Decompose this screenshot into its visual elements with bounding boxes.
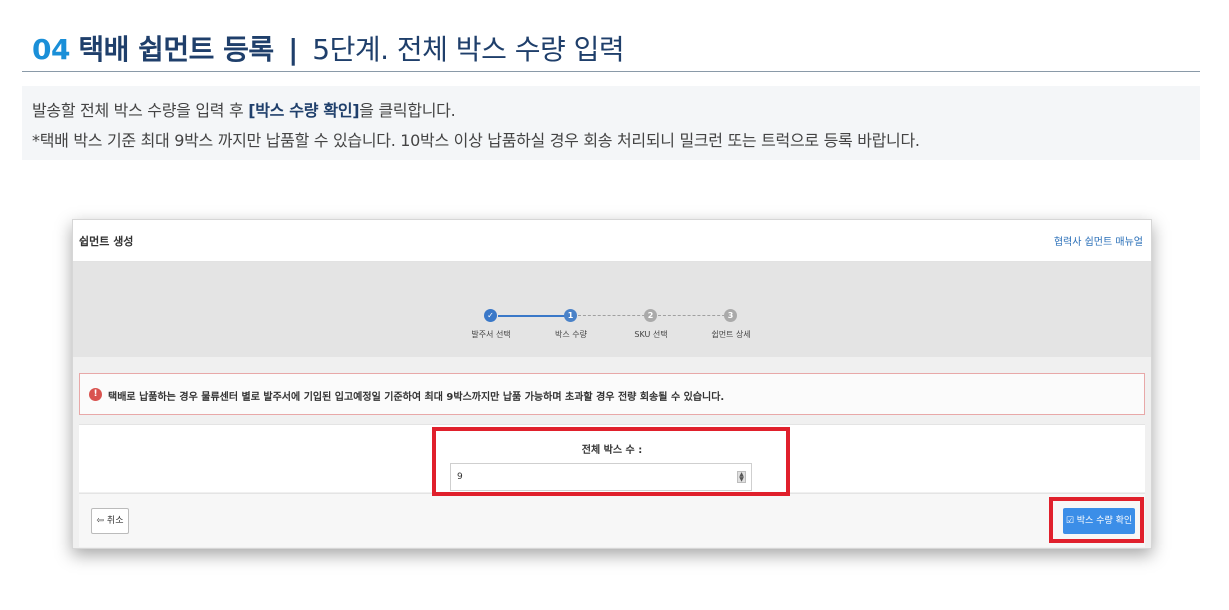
warning-message: 택배로 납품하는 경우 물류센터 별로 발주서에 기입된 입고예정일 기준하여 …	[108, 392, 725, 403]
step-connector	[498, 315, 570, 317]
highlight-box-input	[432, 427, 790, 496]
shipment-title: 쉽먼트 생성	[79, 235, 134, 248]
instruction-line-2: *택배 박스 기준 최대 9박스 까지만 납품할 수 있습니다. 10박스 이상…	[32, 131, 920, 150]
page-title: 04 택배 쉽먼트 등록 | 5단계. 전체 박스 수량 입력	[32, 28, 625, 68]
action-bar: ⇦ 취소 ☑ 박스 수량 확인	[79, 493, 1145, 547]
title-separator: |	[288, 33, 298, 66]
step-label: 발주서 선택	[471, 330, 511, 339]
instruction-line-1: 발송할 전체 박스 수량을 입력 후 [박스 수량 확인]을 클릭합니다.	[32, 101, 456, 120]
embedded-screenshot: 쉽먼트 생성 협력사 쉽먼트 매뉴얼 ✓ 1 2 3 발주서 선택 박스 수량 …	[72, 219, 1152, 549]
step-check-icon: ✓	[484, 309, 497, 322]
instructions-panel: 발송할 전체 박스 수량을 입력 후 [박스 수량 확인]을 클릭합니다. *택…	[22, 86, 1200, 160]
step-marker: 1	[564, 309, 577, 322]
warning-alert: ! 택배로 납품하는 경우 물류센터 별로 발주서에 기입된 입고예정일 기준하…	[79, 373, 1145, 415]
stepper: ✓ 1 2 3 발주서 선택 박스 수량 SKU 선택 쉽먼트 상세	[73, 262, 1151, 357]
page-header: 04 택배 쉽먼트 등록 | 5단계. 전체 박스 수량 입력	[22, 22, 1200, 72]
section-title: 택배 쉽먼트 등록	[78, 33, 274, 66]
shipment-header: 쉽먼트 생성 협력사 쉽먼트 매뉴얼	[73, 220, 1151, 262]
cancel-button[interactable]: ⇦ 취소	[91, 508, 129, 534]
instruction-highlight: [박스 수량 확인]	[248, 101, 360, 120]
highlight-box-button	[1049, 497, 1144, 543]
manual-link[interactable]: 협력사 쉽먼트 매뉴얼	[1054, 233, 1143, 248]
step-connector	[658, 315, 730, 316]
warning-icon: !	[89, 388, 102, 401]
step-label: 박스 수량	[555, 330, 587, 339]
section-number: 04	[32, 33, 70, 66]
step-marker: 3	[724, 309, 737, 322]
step-label: SKU 선택	[634, 330, 668, 339]
step-marker: 2	[644, 309, 657, 322]
section-subtitle: 5단계. 전체 박스 수량 입력	[312, 33, 625, 66]
cancel-icon: ⇦	[96, 516, 105, 526]
step-label: 쉽먼트 상세	[711, 330, 751, 339]
step-connector	[578, 315, 650, 316]
